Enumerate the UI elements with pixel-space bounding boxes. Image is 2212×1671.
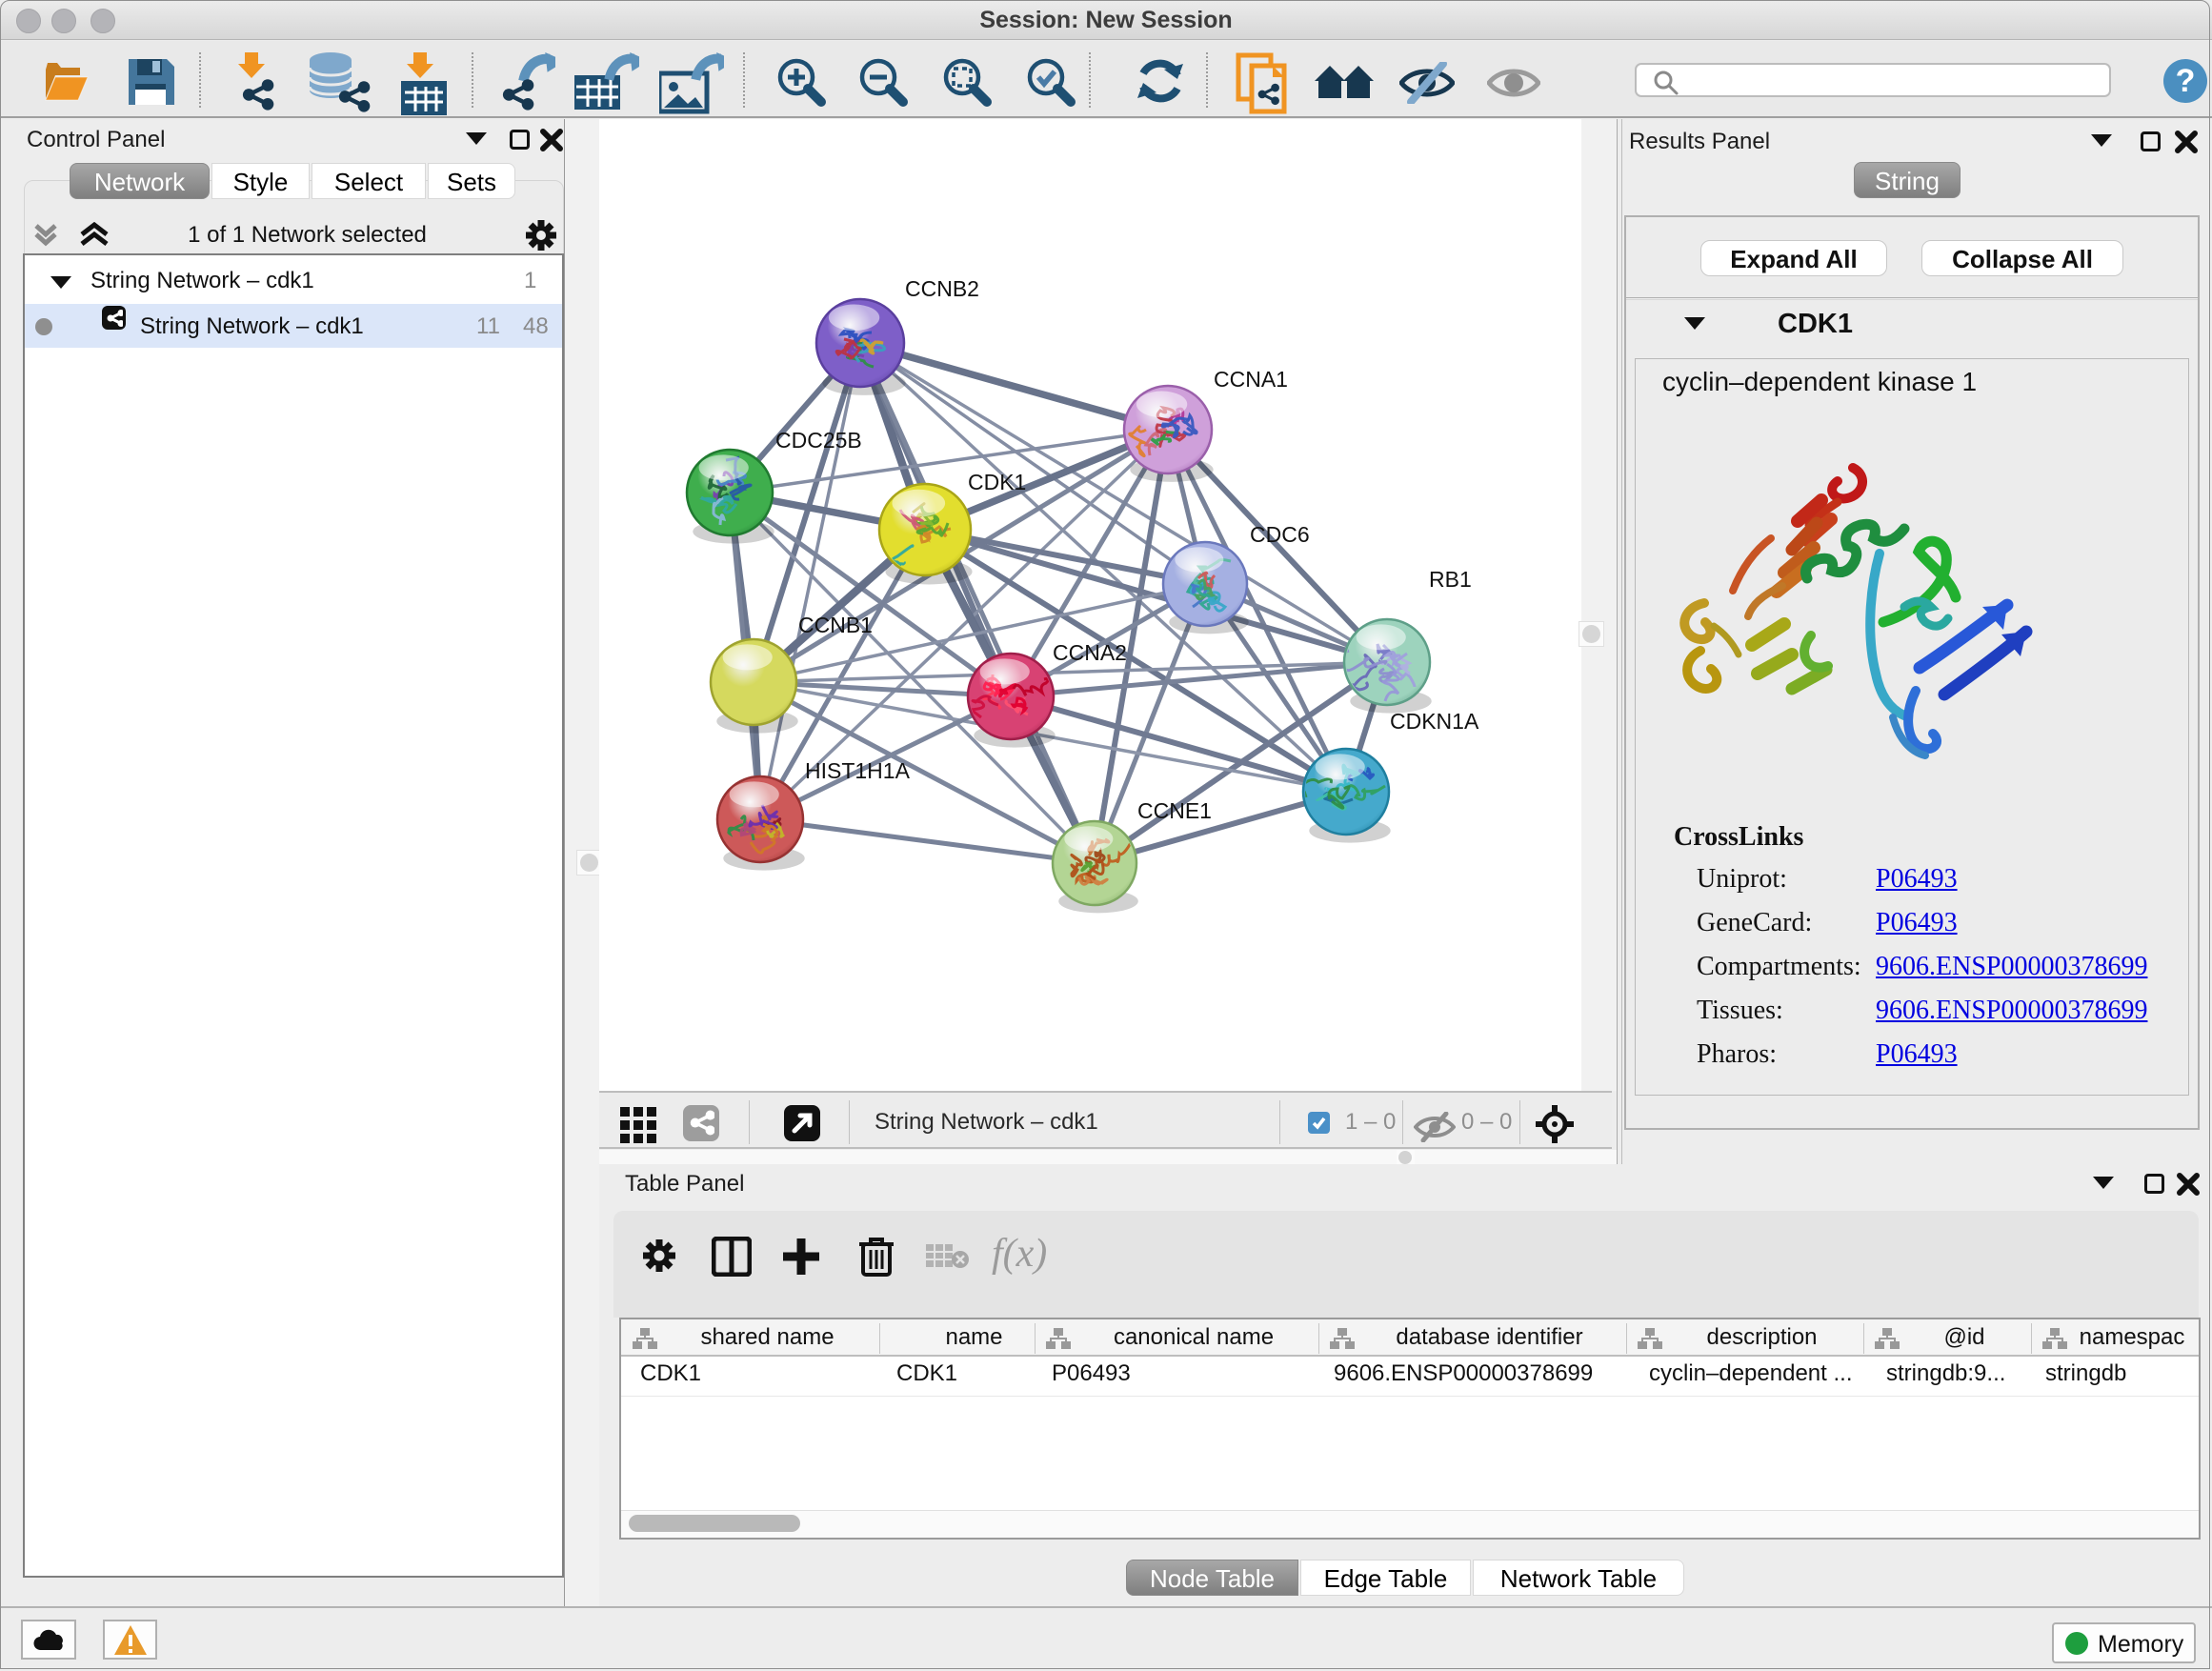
svg-text:CCNE1: CCNE1: [1137, 798, 1212, 823]
svg-text:CDK1: CDK1: [968, 470, 1026, 494]
svg-text:HIST1H1A: HIST1H1A: [805, 758, 911, 783]
svg-text:CDKN1A: CDKN1A: [1390, 709, 1479, 734]
svg-text:CCNA2: CCNA2: [1053, 640, 1127, 665]
svg-text:CDC6: CDC6: [1250, 522, 1310, 547]
svg-text:CCNB1: CCNB1: [798, 613, 873, 637]
svg-text:CCNA1: CCNA1: [1214, 367, 1288, 392]
svg-text:RB1: RB1: [1429, 567, 1472, 592]
svg-text:CCNB2: CCNB2: [905, 276, 979, 301]
svg-text:CDC25B: CDC25B: [775, 428, 862, 453]
